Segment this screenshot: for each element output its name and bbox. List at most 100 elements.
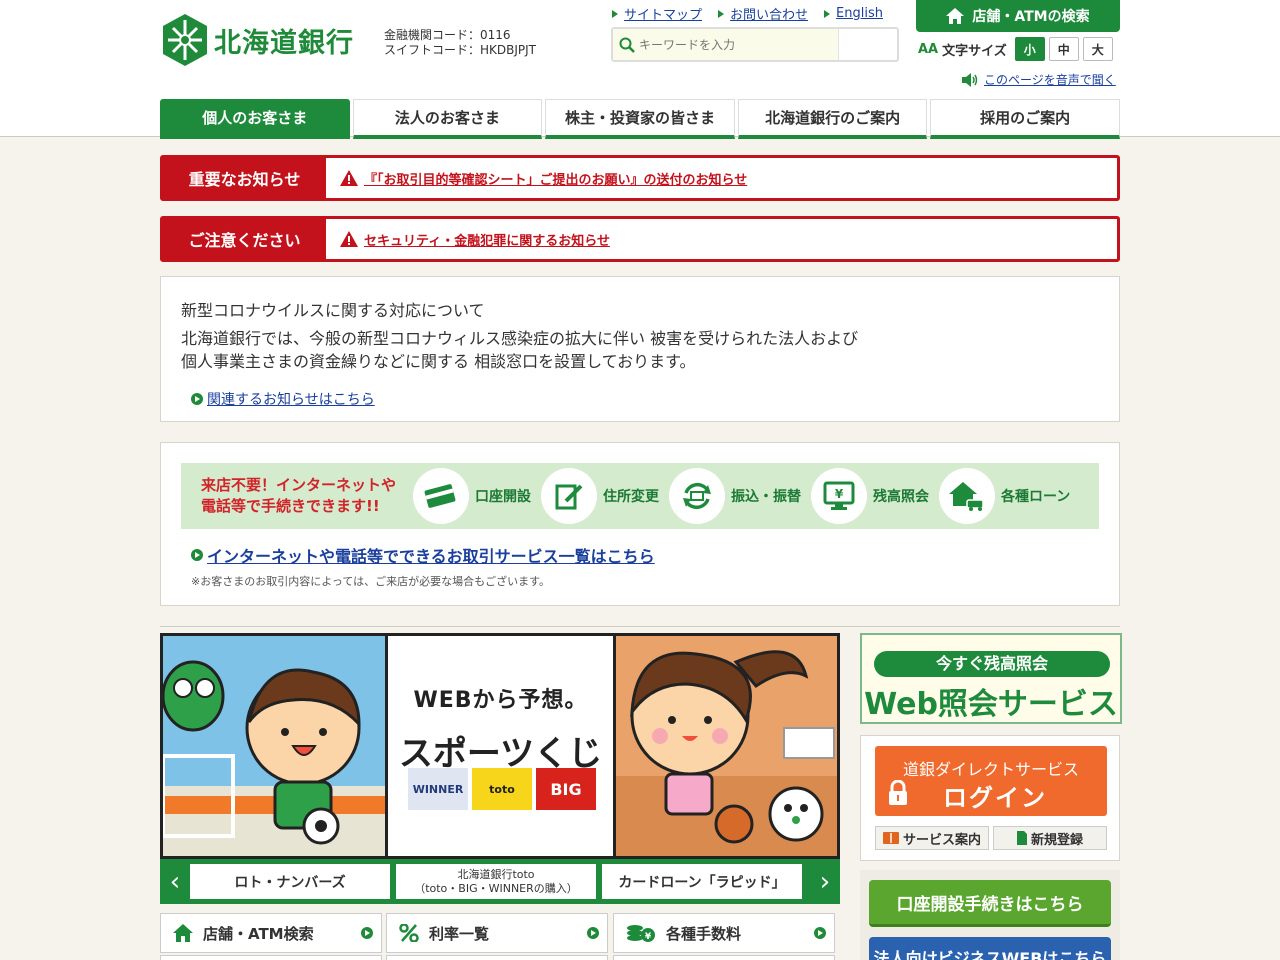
- document-icon: [1016, 831, 1027, 845]
- svg-text:¥: ¥: [645, 932, 652, 942]
- transfer-icon: [669, 468, 725, 524]
- banner-center-panel: WEBから予想。 スポーツくじ WINNER toto BIG: [385, 636, 616, 856]
- caution-notice: ご注意ください セキュリティ・金融犯罪に関するお知らせ: [160, 216, 1120, 262]
- bank-codes: 金融機関コード：0116 スイフトコード：HKDBJPJT: [384, 28, 536, 58]
- carousel-item-loto[interactable]: ロト・ナンバーズ: [190, 864, 390, 899]
- carousel-item-toto[interactable]: 北海道銀行toto （toto・BIG・WINNERの購入）: [396, 864, 596, 899]
- english-link[interactable]: English: [836, 6, 883, 21]
- bank-logo-mark-icon: [163, 14, 207, 66]
- search-input[interactable]: [639, 37, 829, 52]
- quick-link-row2: [386, 955, 608, 960]
- corona-line-1: 北海道銀行では、今般の新型コロナウィルス感染症の拡大に伴い 被害を受けられた法人…: [181, 329, 859, 348]
- direct-login-button[interactable]: 道銀ダイレクトサービス ログイン: [875, 746, 1107, 816]
- business-web-button[interactable]: 法人向けビジネスWEBはこちら: [869, 937, 1111, 960]
- important-notice-link[interactable]: 『「お取引目的等確認シート」ご提出のお願い』の送付のお知らせ: [364, 169, 747, 188]
- quick-link-atm[interactable]: 店舗・ATM検索: [160, 913, 382, 953]
- account-open-button[interactable]: 口座開設手続きはこちら: [869, 880, 1111, 927]
- section-divider: [160, 626, 1120, 627]
- main-nav: 個人のお客さま 法人のお客さま 株主・投資家の皆さま 北海道銀行のご案内 採用の…: [160, 99, 1120, 139]
- important-notice: 重要なお知らせ 『「お取引目的等確認シート」ご提出のお願い』の送付のお知らせ: [160, 155, 1120, 201]
- carousel-item-cardloan[interactable]: カードローン「ラピッド」: [602, 864, 802, 899]
- voice-read-link[interactable]: このページを音声で聞く: [984, 71, 1116, 88]
- speaker-icon: [962, 72, 978, 87]
- service-loans[interactable]: 各種ローン: [939, 468, 1070, 524]
- corona-line-2: 個人事業主さまの資金繰りなどに関する 相談窓口を設置しております。: [181, 352, 696, 371]
- service-transfer-label: 振込・振替: [731, 489, 801, 505]
- banner-logos: WINNER toto BIG: [408, 768, 596, 810]
- service-transfer[interactable]: 振込・振替: [669, 468, 801, 524]
- direct-service-box: 道銀ダイレクトサービス ログイン サービス案内 新規登録: [860, 735, 1120, 861]
- quick-link-fees[interactable]: ¥ 各種手数料: [613, 913, 835, 953]
- arrow-circle-icon: [361, 927, 373, 939]
- service-address-change[interactable]: 住所変更: [541, 468, 659, 524]
- bank-name: 北海道銀行: [214, 27, 354, 59]
- service-account-open[interactable]: 口座開設: [413, 468, 531, 524]
- important-notice-item: 『「お取引目的等確認シート」ご提出のお願い』の送付のお知らせ: [340, 169, 747, 188]
- sitemap-link[interactable]: サイトマップ: [624, 4, 702, 23]
- carousel-next-button[interactable]: ›: [810, 859, 840, 904]
- edit-icon: [541, 468, 597, 524]
- important-notice-label: 重要なお知らせ: [163, 158, 326, 198]
- toto-logo: toto: [472, 768, 532, 810]
- direct-login-sub: 道銀ダイレクトサービス: [902, 760, 1079, 779]
- caution-notice-link[interactable]: セキュリティ・金融犯罪に関するお知らせ: [364, 230, 610, 249]
- font-size-small-button[interactable]: 小: [1014, 37, 1045, 61]
- svg-text:¥: ¥: [835, 487, 844, 501]
- search-submit-button[interactable]: [839, 29, 897, 60]
- nav-about[interactable]: 北海道銀行のご案内: [737, 99, 928, 139]
- services-list-link[interactable]: インターネットや電話等でできるお取引サービス一覧はこちら: [207, 543, 655, 567]
- services-band: 来店不要！インターネットや 電話等で手続きできます!! 口座開設 住所変更 振込…: [181, 463, 1099, 529]
- font-size-large-button[interactable]: 大: [1082, 37, 1113, 61]
- search-icon: [619, 37, 635, 53]
- font-size-control: AA 文字サイズ 小 中 大: [918, 37, 1113, 61]
- warning-icon: [340, 231, 358, 247]
- new-register-button[interactable]: 新規登録: [993, 826, 1107, 850]
- quick-link-rates[interactable]: 利率一覧: [386, 913, 608, 953]
- service-guide-button[interactable]: サービス案内: [875, 826, 989, 850]
- big-logo: BIG: [536, 768, 596, 810]
- site-header: 北海道銀行 金融機関コード：0116 スイフトコード：HKDBJPJT サイトマ…: [0, 0, 1280, 139]
- nav-personal[interactable]: 個人のお客さま: [160, 99, 350, 139]
- arrow-circle-icon: [191, 549, 203, 561]
- search-box: [611, 27, 899, 62]
- winner-logo: WINNER: [408, 768, 468, 810]
- service-guide-label: サービス案内: [902, 832, 981, 848]
- service-balance-label: 残高照会: [873, 489, 929, 505]
- banner-subtitle: WEBから予想。: [413, 688, 588, 713]
- web-inquiry-banner[interactable]: 今すぐ残高照会 Web照会サービス: [860, 633, 1122, 724]
- quick-link-fees-label: 各種手数料: [666, 924, 742, 943]
- corona-link-wrap: 関連するお知らせはこちら: [191, 389, 1099, 409]
- web-inquiry-pill: 今すぐ残高照会: [874, 651, 1110, 677]
- sports-lottery-banner[interactable]: WEBから予想。 スポーツくじ WINNER toto BIG: [160, 633, 840, 859]
- home-icon: [173, 924, 193, 942]
- warning-icon: [340, 170, 358, 186]
- services-link-wrap: インターネットや電話等でできるお取引サービス一覧はこちら: [191, 543, 655, 567]
- service-balance[interactable]: ¥ 残高照会: [811, 468, 929, 524]
- corona-link[interactable]: 関連するお知らせはこちら: [207, 389, 375, 409]
- carousel-item-toto-line1: 北海道銀行toto: [457, 867, 535, 881]
- caution-notice-label: ご注意ください: [163, 219, 326, 259]
- sitemap-link-wrap: サイトマップ: [612, 4, 702, 23]
- arrow-circle-icon: [191, 393, 203, 405]
- font-size-medium-button[interactable]: 中: [1048, 37, 1079, 61]
- services-tagline-1: 来店不要！インターネットや: [201, 476, 397, 494]
- balance-monitor-icon: ¥: [811, 468, 867, 524]
- atm-search-button[interactable]: 店舗・ATMの検索: [916, 0, 1120, 32]
- services-tagline-2: 電話等で手続きできます!!: [201, 497, 380, 515]
- services-tagline: 来店不要！インターネットや 電話等で手続きできます!!: [181, 475, 413, 517]
- contact-link[interactable]: お問い合わせ: [730, 4, 808, 23]
- carousel-prev-button[interactable]: ‹: [160, 859, 190, 904]
- search-field-wrap: [613, 29, 839, 60]
- nav-investors[interactable]: 株主・投資家の皆さま: [545, 99, 735, 139]
- coins-icon: ¥: [627, 925, 655, 942]
- card-icon: [413, 468, 469, 524]
- services-link-arrow: [191, 549, 207, 561]
- contact-link-wrap: お問い合わせ: [718, 4, 808, 23]
- carousel-item-toto-line2: （toto・BIG・WINNERの購入）: [414, 881, 578, 895]
- quick-link-row2: [160, 955, 382, 960]
- banner-carousel: ‹ ロト・ナンバーズ 北海道銀行toto （toto・BIG・WINNERの購入…: [160, 859, 840, 904]
- nav-corporate[interactable]: 法人のお客さま: [352, 99, 543, 139]
- nav-recruit[interactable]: 採用のご案内: [930, 99, 1120, 139]
- arrow-circle-icon: [587, 927, 599, 939]
- bank-logo[interactable]: 北海道銀行: [160, 12, 354, 68]
